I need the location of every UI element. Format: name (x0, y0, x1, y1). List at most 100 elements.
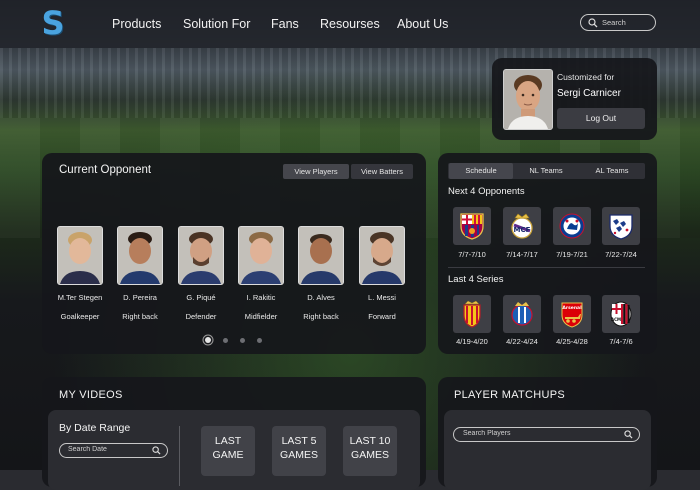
vertical-divider (179, 426, 180, 486)
player-name: L. Messi (368, 293, 396, 302)
player-matchups-title: PLAYER MATCHUPS (454, 389, 566, 401)
button-line: GAMES (351, 449, 389, 461)
series-date: 4/25-4/28 (556, 337, 588, 346)
player-position: Defender (185, 312, 217, 321)
schedule-tabs: Schedule NL Teams AL Teams (448, 163, 645, 179)
view-players-button[interactable]: View Players (283, 164, 349, 179)
user-name: Sergi Carnicer (557, 88, 621, 99)
button-line: LAST (214, 435, 242, 447)
series-crest[interactable]: ACM (602, 295, 640, 333)
nav-resources[interactable]: Resourses (320, 17, 380, 31)
button-line: GAMES (280, 449, 318, 461)
svg-text:Arsenal: Arsenal (562, 305, 582, 311)
player-portrait-icon (239, 227, 283, 284)
date-search-input[interactable] (68, 446, 148, 453)
last-5-games-button[interactable]: LAST 5 GAMES (272, 426, 326, 476)
brand-logo[interactable]: S (41, 7, 65, 39)
barcelona-crest-icon (460, 213, 484, 240)
nav-about-us[interactable]: About Us (397, 17, 448, 31)
series-crest[interactable] (503, 295, 541, 333)
opponent-crest[interactable] (553, 207, 591, 245)
player-name: G. Piqué (186, 293, 216, 302)
player-photo (117, 226, 163, 285)
player-card[interactable]: D. Alves Right back (292, 226, 350, 321)
opponent-date: 7/22-7/24 (605, 250, 637, 259)
player-photo (178, 226, 224, 285)
player-search-box[interactable] (453, 427, 640, 442)
carousel-dot[interactable] (223, 338, 228, 343)
videos-filter-area: By Date Range LAST GAME LAST 5 GAMES LAS… (48, 410, 420, 490)
search-icon (588, 17, 598, 27)
date-range-title: By Date Range (59, 422, 131, 434)
player-search-input[interactable] (463, 430, 613, 437)
my-videos-title: MY VIDEOS (59, 389, 123, 401)
player-card[interactable]: M.Ter Stegen Goalkeeper (51, 226, 109, 321)
last-10-games-button[interactable]: LAST 10 GAMES (343, 426, 397, 476)
nav-products[interactable]: Products (112, 17, 161, 31)
nav-fans[interactable]: Fans (271, 17, 299, 31)
player-card[interactable]: G. Piqué Defender (172, 226, 230, 321)
button-line: GAME (212, 449, 244, 461)
date-search-box[interactable] (59, 443, 168, 458)
customized-for-label: Customized for (557, 72, 615, 82)
arsenal-crest-icon: Arsenal (561, 302, 583, 328)
search-icon (624, 430, 633, 439)
england-crest-icon (609, 214, 633, 240)
chelsea-crest-icon (559, 213, 585, 239)
carousel-dot[interactable] (205, 337, 211, 343)
top-search-input[interactable] (602, 18, 652, 27)
current-opponent-panel: Current Opponent View Players View Batte… (42, 153, 426, 354)
matchups-search-area (444, 410, 651, 490)
top-nav: S Products Solution For Fans Resourses A… (0, 0, 700, 48)
view-batters-button[interactable]: View Batters (351, 164, 413, 179)
svg-text:MCF: MCF (514, 226, 531, 234)
player-photo (57, 226, 103, 285)
player-portrait-icon (58, 227, 102, 284)
opponent-crest[interactable] (453, 207, 491, 245)
player-name: D. Pereira (123, 293, 157, 302)
schedule-panel: Schedule NL Teams AL Teams Next 4 Oppone… (438, 153, 657, 354)
series-crest[interactable]: Arsenal (553, 295, 591, 333)
button-line: LAST 10 (349, 435, 391, 447)
last-game-button[interactable]: LAST GAME (201, 426, 255, 476)
opponent-date: 7/19-7/21 (556, 250, 588, 259)
section-divider (448, 267, 645, 268)
player-position: Right back (303, 312, 339, 321)
opponent-crest[interactable] (602, 207, 640, 245)
real-madrid-crest-icon: MCF (511, 213, 533, 239)
series-crest[interactable] (453, 295, 491, 333)
player-position: Goalkeeper (60, 312, 100, 321)
carousel-dot[interactable] (257, 338, 262, 343)
nav-solution-for[interactable]: Solution For (183, 17, 250, 31)
player-portrait-icon (299, 227, 343, 284)
player-name: D. Alves (307, 293, 335, 302)
tab-al-teams[interactable]: AL Teams (580, 163, 644, 179)
carousel-pagination (205, 337, 265, 345)
mallorca-crest-icon (463, 300, 481, 328)
player-photo (238, 226, 284, 285)
player-position: Forward (368, 312, 396, 321)
profile-card: Customized for Sergi Carnicer Log Out (492, 58, 657, 140)
player-card[interactable]: D. Pereira Right back (111, 226, 169, 321)
tab-schedule[interactable]: Schedule (449, 163, 513, 179)
logout-button[interactable]: Log Out (557, 108, 645, 129)
user-avatar (503, 69, 553, 130)
player-name: I. Rakitic (246, 293, 276, 302)
player-card[interactable]: L. Messi Forward (353, 226, 411, 321)
current-opponent-title: Current Opponent (59, 164, 152, 176)
opponent-date: 7/14-7/17 (506, 250, 538, 259)
player-card[interactable]: I. Rakitic Midfielder (232, 226, 290, 321)
ac-milan-crest-icon: ACM (610, 301, 632, 327)
player-position: Midfielder (244, 312, 278, 321)
series-date: 7/4-7/6 (609, 337, 633, 346)
opponent-crest[interactable]: MCF (503, 207, 541, 245)
top-search-box[interactable] (580, 14, 656, 31)
player-portrait-icon (179, 227, 223, 284)
svg-text:ACM: ACM (611, 317, 621, 322)
carousel-dot[interactable] (240, 338, 245, 343)
player-portrait-icon (118, 227, 162, 284)
opponent-date: 7/7-7/10 (458, 250, 486, 259)
tab-nl-teams[interactable]: NL Teams (514, 163, 578, 179)
next-opponents-title: Next 4 Opponents (448, 186, 525, 197)
user-portrait-icon (504, 70, 552, 129)
